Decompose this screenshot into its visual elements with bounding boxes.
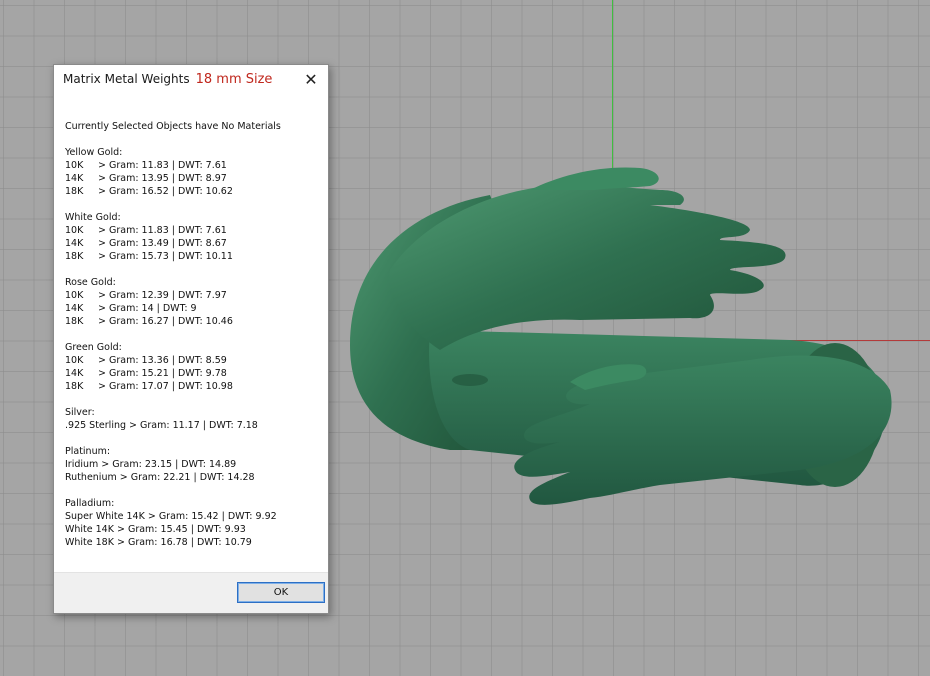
weight-value: > Gram: 17.07 | DWT: 10.98 [98,381,233,392]
close-icon: ✕ [304,70,318,89]
karat-grade: 14K [65,238,84,249]
weight-row: 10K > Gram: 11.83 | DWT: 7.61 [65,159,323,172]
weight-value: > Gram: 13.36 | DWT: 8.59 [98,355,227,366]
metal-group-title: Platinum: [65,446,111,457]
metal-group: White Gold: 10K > Gram: 11.83 | DWT: 7.61 1… [65,211,323,263]
dialog-content: Currently Selected Objects have No Mater… [65,120,323,562]
weight-row: 14K > Gram: 13.95 | DWT: 8.97 [65,172,323,185]
weight-value: > Gram: 15.73 | DWT: 10.11 [98,251,233,262]
weight-value: > Gram: 13.95 | DWT: 8.97 [98,173,227,184]
karat-grade: 14K [65,303,84,314]
weight-value: > Gram: 16.52 | DWT: 10.62 [98,186,233,197]
metal-group: Platinum: Iridium > Gram: 23.15 | DWT: 14… [65,445,323,484]
ok-button[interactable]: OK [237,582,325,603]
karat-grade: 18K [65,186,84,197]
weight-row: .925 Sterling > Gram: 11.17 | DWT: 7.18 [65,419,323,432]
karat-grade: 18K [65,381,84,392]
close-button[interactable]: ✕ [298,68,324,92]
karat-grade: 18K [65,316,84,327]
weight-row: White 18K > Gram: 16.78 | DWT: 10.79 [65,536,323,549]
weight-row: 14K > Gram: 15.21 | DWT: 9.78 [65,367,323,380]
metal-group: Silver: .925 Sterling > Gram: 11.17 | DWT… [65,406,323,432]
hands-ring-model[interactable] [330,150,930,550]
weight-row: 10K > Gram: 13.36 | DWT: 8.59 [65,354,323,367]
karat-grade: 14K [65,173,84,184]
dialog-titlebar[interactable]: Matrix Metal Weights 18 mm Size ✕ [54,65,328,97]
weight-row: Iridium > Gram: 23.15 | DWT: 14.89 [65,458,323,471]
karat-grade: 10K [65,290,84,301]
weight-value: > Gram: 16.27 | DWT: 10.46 [98,316,233,327]
weight-row: 10K > Gram: 12.39 | DWT: 7.97 [65,289,323,302]
karat-grade: 10K [65,225,84,236]
weight-row: 14K > Gram: 14 | DWT: 9 [65,302,323,315]
weight-row: 14K > Gram: 13.49 | DWT: 8.67 [65,237,323,250]
weight-value: Iridium > Gram: 23.15 | DWT: 14.89 [65,459,237,470]
dialog-title-text: Matrix Metal Weights [63,72,190,86]
weight-value: > Gram: 11.83 | DWT: 7.61 [98,160,227,171]
weight-row: 18K > Gram: 17.07 | DWT: 10.98 [65,380,323,393]
weight-value: > Gram: 13.49 | DWT: 8.67 [98,238,227,249]
dialog-title-size: 18 mm Size [195,72,273,87]
metal-group: Rose Gold: 10K > Gram: 12.39 | DWT: 7.97 14… [65,276,323,328]
weight-row: White 14K > Gram: 15.45 | DWT: 9.93 [65,523,323,536]
metal-group-title: Green Gold: [65,342,122,353]
weight-value: > Gram: 15.21 | DWT: 9.78 [98,368,227,379]
weight-row: 10K > Gram: 11.83 | DWT: 7.61 [65,224,323,237]
weight-value: > Gram: 11.83 | DWT: 7.61 [98,225,227,236]
metal-groups: Yellow Gold: 10K > Gram: 11.83 | DWT: 7.61… [65,146,323,549]
karat-grade: 10K [65,160,84,171]
metal-group: Green Gold: 10K > Gram: 13.36 | DWT: 8.59 1… [65,341,323,393]
metal-group-title: Rose Gold: [65,277,116,288]
metal-group-title: White Gold: [65,212,121,223]
metal-group-title: Silver: [65,407,95,418]
weight-value: > Gram: 12.39 | DWT: 7.97 [98,290,227,301]
weight-value: White 14K > Gram: 15.45 | DWT: 9.93 [65,524,246,535]
weight-row: Ruthenium > Gram: 22.21 | DWT: 14.28 [65,471,323,484]
weight-row: Super White 14K > Gram: 15.42 | DWT: 9.9… [65,510,323,523]
weight-row: 18K > Gram: 16.27 | DWT: 10.46 [65,315,323,328]
karat-grade: 14K [65,368,84,379]
weight-value: White 18K > Gram: 16.78 | DWT: 10.79 [65,537,252,548]
weight-row: 18K > Gram: 15.73 | DWT: 10.11 [65,250,323,263]
dialog-footer: OK [54,572,328,613]
materials-status: Currently Selected Objects have No Mater… [65,121,281,132]
weight-value: .925 Sterling > Gram: 11.17 | DWT: 7.18 [65,420,258,431]
metal-group-title: Yellow Gold: [65,147,123,158]
weight-value: > Gram: 14 | DWT: 9 [98,303,197,314]
weight-value: Ruthenium > Gram: 22.21 | DWT: 14.28 [65,472,255,483]
dialog-title: Matrix Metal Weights 18 mm Size [63,72,272,87]
metal-group-title: Palladium: [65,498,115,509]
karat-grade: 10K [65,355,84,366]
metal-weights-dialog: Matrix Metal Weights 18 mm Size ✕ Current… [53,64,329,614]
karat-grade: 18K [65,251,84,262]
weight-row: 18K > Gram: 16.52 | DWT: 10.62 [65,185,323,198]
metal-group: Palladium: Super White 14K > Gram: 15.42 … [65,497,323,549]
weight-value: Super White 14K > Gram: 15.42 | DWT: 9.9… [65,511,277,522]
metal-group: Yellow Gold: 10K > Gram: 11.83 | DWT: 7.61… [65,146,323,198]
